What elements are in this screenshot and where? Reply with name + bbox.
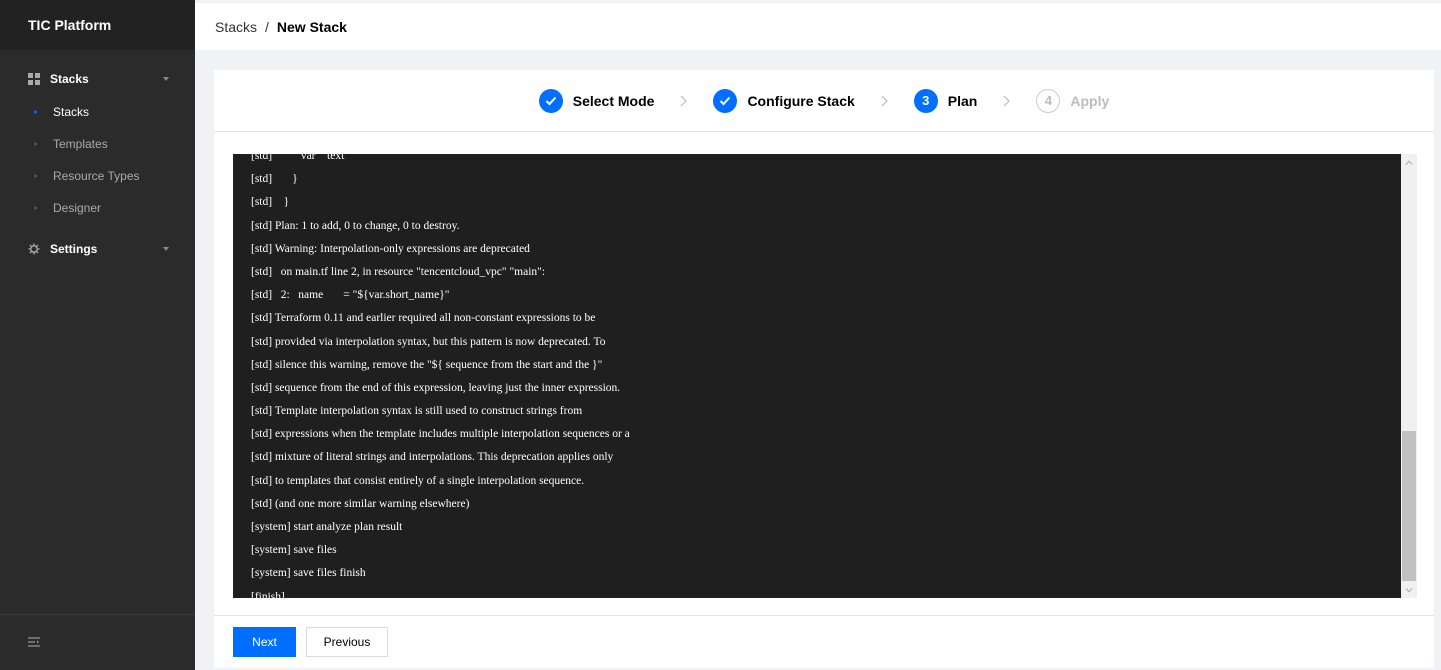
scroll-down-arrow-icon[interactable] [1401, 582, 1417, 598]
step-number: 3 [913, 88, 938, 113]
chevron-down-icon [163, 247, 169, 251]
console-line: [std] 2: name = "${var.short_name}" [251, 289, 450, 302]
chevron-right-icon [1003, 95, 1011, 107]
sidebar-item-resource-types[interactable]: Resource Types [0, 160, 195, 192]
console-line: [std] expressions when the template incl… [251, 428, 630, 441]
chevron-down-icon [163, 77, 169, 81]
step-indicator: Select Mode Configure Stack 3 Plan 4 App… [214, 70, 1434, 132]
console-line: [std] sequence from the end of this expr… [251, 381, 621, 394]
console-line: [finish] [251, 590, 285, 598]
previous-button[interactable]: Previous [306, 627, 388, 657]
console-line: [std] } [251, 196, 290, 209]
console-line: [std] Plan: 1 to add, 0 to change, 0 to … [251, 219, 460, 232]
gear-icon [28, 243, 40, 255]
console-line: [std] to templates that consist entirely… [251, 474, 585, 487]
chevron-right-icon [680, 95, 688, 107]
step-apply: 4 Apply [1036, 88, 1110, 113]
sidebar: TIC Platform Stacks Stacks Templates Res… [0, 0, 195, 670]
console-line: [std] Template interpolation syntax is s… [251, 405, 583, 418]
step-number: 4 [1036, 88, 1061, 113]
sidebar-item-designer[interactable]: Designer [0, 192, 195, 224]
console-line: [std] (and one more similar warning else… [251, 497, 470, 510]
scrollbar[interactable] [1401, 154, 1417, 598]
app-title: TIC Platform [0, 0, 195, 50]
breadcrumb-separator: / [265, 18, 269, 35]
next-button[interactable]: Next [233, 627, 296, 657]
step-select-mode: Select Mode [538, 88, 655, 113]
console-line: [system] start analyze plan result [251, 521, 403, 533]
check-icon [713, 88, 738, 113]
console-line: [std] provided via interpolation syntax,… [251, 335, 606, 348]
collapse-menu-icon [28, 636, 40, 650]
sidebar-group-stacks[interactable]: Stacks [0, 62, 195, 96]
sidebar-group-settings[interactable]: Settings [0, 232, 195, 266]
console-line: [system] save files finish [251, 567, 366, 580]
console-line: [std] var text [251, 154, 345, 162]
console-line: [system] save files [251, 544, 337, 557]
step-label: Select Mode [572, 92, 655, 109]
plan-output-console[interactable]: [std] var text [std] } [std] } [std] Plan: … [233, 154, 1417, 598]
sidebar-item-stacks[interactable]: Stacks [0, 96, 195, 128]
breadcrumb-link-stacks[interactable]: Stacks [215, 19, 257, 35]
breadcrumb: Stacks / New Stack [195, 0, 1441, 50]
step-configure-stack: Configure Stack [713, 88, 855, 113]
console-line: [std] silence this warning, remove the "… [251, 358, 603, 371]
form-footer: Next Previous [214, 615, 1434, 668]
scrollbar-thumb[interactable] [1402, 431, 1416, 581]
check-icon [538, 88, 563, 113]
chevron-right-icon [881, 95, 888, 107]
step-label: Plan [947, 92, 978, 109]
step-label: Configure Stack [747, 92, 855, 109]
sidebar-item-templates[interactable]: Templates [0, 128, 195, 160]
step-label: Apply [1070, 92, 1110, 109]
console-lines: [std] var text [std] } [std] } [std] Plan: … [251, 154, 1399, 598]
console-line: [std] on main.tf line 2, in resource "te… [251, 265, 546, 278]
console-line: [std] mixture of literal strings and int… [251, 451, 614, 464]
console-line: [std] Terraform 0.11 and earlier require… [251, 312, 596, 325]
page-title: New Stack [276, 18, 347, 35]
sidebar-group-label: Stacks [50, 72, 89, 86]
grid-icon [28, 73, 40, 85]
main-card: Select Mode Configure Stack 3 Plan 4 App… [214, 70, 1434, 668]
console-line: [std] Warning: Interpolation-only expres… [251, 242, 530, 255]
console-line: [std] } [251, 173, 298, 186]
sidebar-group-label: Settings [50, 242, 98, 256]
scroll-up-arrow-icon[interactable] [1401, 154, 1417, 170]
collapse-menu-button[interactable] [0, 614, 195, 670]
step-plan: 3 Plan [913, 88, 978, 113]
